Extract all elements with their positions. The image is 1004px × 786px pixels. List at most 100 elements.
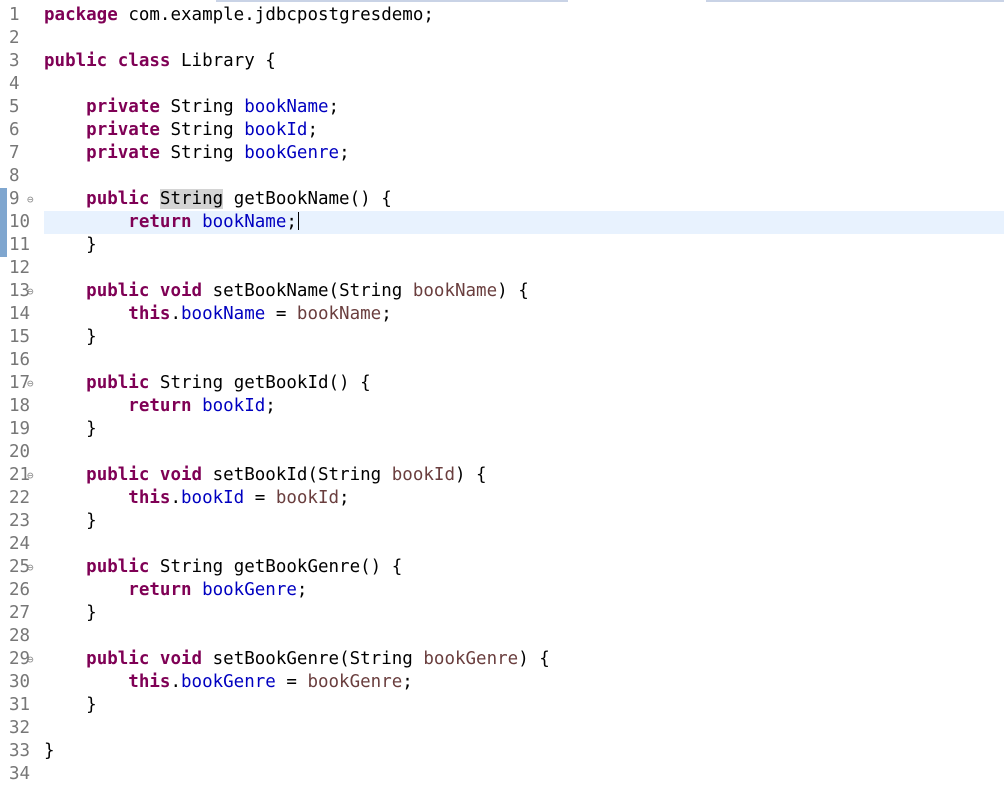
code-text[interactable]: } — [44, 510, 1004, 533]
code-text[interactable]: public String getBookId() { — [44, 372, 1004, 395]
code-line[interactable]: 1 package com.example.jdbcpostgresdemo; — [0, 4, 1004, 27]
code-line[interactable]: 16 — [0, 349, 1004, 372]
code-line[interactable]: 25 ⊖ public String getBookGenre() { — [0, 556, 1004, 579]
editor-tab-indicator — [216, 0, 568, 2]
code-text[interactable]: this.bookGenre = bookGenre; — [44, 671, 1004, 694]
code-token: ; — [402, 672, 413, 692]
code-text[interactable]: return bookName; — [44, 211, 1004, 234]
code-token: } — [44, 603, 97, 623]
code-line[interactable]: 21 ⊖ public void setBookId(String bookId)… — [0, 464, 1004, 487]
code-text[interactable] — [44, 349, 1004, 372]
code-text[interactable] — [44, 27, 1004, 50]
code-text[interactable]: return bookId; — [44, 395, 1004, 418]
collapse-fold-icon[interactable]: ⊖ — [27, 648, 34, 671]
code-token: } — [44, 419, 97, 439]
code-text[interactable]: public void setBookName(String bookName)… — [44, 280, 1004, 303]
code-text[interactable]: package com.example.jdbcpostgresdemo; — [44, 4, 1004, 27]
code-line[interactable]: 8 — [0, 165, 1004, 188]
code-line[interactable]: 28 — [0, 625, 1004, 648]
range-indicator — [0, 602, 7, 625]
code-token: ) { — [497, 281, 529, 301]
code-text[interactable]: private String bookName; — [44, 96, 1004, 119]
code-text[interactable]: } — [44, 694, 1004, 717]
code-line[interactable]: 20 — [0, 441, 1004, 464]
range-indicator — [0, 27, 7, 50]
code-line[interactable]: 29 ⊖ public void setBookGenre(String book… — [0, 648, 1004, 671]
code-line[interactable]: 19 } — [0, 418, 1004, 441]
code-line[interactable]: 4 — [0, 73, 1004, 96]
code-text[interactable]: this.bookId = bookId; — [44, 487, 1004, 510]
code-line[interactable]: 10 return bookName; — [0, 211, 1004, 234]
code-line[interactable]: 7 private String bookGenre; — [0, 142, 1004, 165]
code-line[interactable]: 22 this.bookId = bookId; — [0, 487, 1004, 510]
code-token: String — [318, 465, 382, 485]
code-text[interactable]: public String getBookGenre() { — [44, 556, 1004, 579]
occurrence-highlight: String — [159, 189, 224, 209]
collapse-fold-icon[interactable]: ⊖ — [27, 280, 34, 303]
code-text[interactable]: } — [44, 602, 1004, 625]
code-line[interactable]: 15 } — [0, 326, 1004, 349]
code-text[interactable]: } — [44, 234, 1004, 257]
code-line[interactable]: 12 — [0, 257, 1004, 280]
code-text[interactable] — [44, 441, 1004, 464]
code-line[interactable]: 31 } — [0, 694, 1004, 717]
code-line[interactable]: 3 public class Library { — [0, 50, 1004, 73]
range-indicator — [0, 372, 7, 395]
code-editor[interactable]: 1 package com.example.jdbcpostgresdemo; 2 3… — [0, 4, 1004, 786]
code-text[interactable]: public void setBookGenre(String bookGenr… — [44, 648, 1004, 671]
keyword-token: public — [86, 281, 150, 301]
code-token: ; — [328, 97, 340, 117]
code-text[interactable] — [44, 165, 1004, 188]
code-line[interactable]: 24 — [0, 533, 1004, 556]
code-line[interactable]: 2 — [0, 27, 1004, 50]
code-line[interactable]: 33} — [0, 740, 1004, 763]
code-line[interactable]: 9 ⊖ public String getBookName() { — [0, 188, 1004, 211]
code-line[interactable]: 32 — [0, 717, 1004, 740]
code-text[interactable]: public class Library { — [44, 50, 1004, 73]
code-text[interactable] — [44, 73, 1004, 96]
keyword-token: public — [86, 557, 150, 577]
parameter-token: bookGenre — [423, 649, 519, 669]
code-line[interactable]: 18 return bookId; — [0, 395, 1004, 418]
code-line[interactable]: 11 } — [0, 234, 1004, 257]
code-text[interactable]: } — [44, 418, 1004, 441]
code-line[interactable]: 27 } — [0, 602, 1004, 625]
code-text[interactable] — [44, 625, 1004, 648]
collapse-fold-icon[interactable]: ⊖ — [27, 188, 34, 211]
code-text[interactable]: } — [44, 326, 1004, 349]
code-text[interactable] — [44, 763, 1004, 786]
code-line[interactable]: 13 ⊖ public void setBookName(String bookN… — [0, 280, 1004, 303]
code-text[interactable]: public void setBookId(String bookId) { — [44, 464, 1004, 487]
line-number: 18 — [9, 396, 31, 416]
line-number: 14 — [9, 304, 31, 324]
range-indicator — [0, 165, 7, 188]
collapse-fold-icon[interactable]: ⊖ — [27, 372, 34, 395]
code-line[interactable]: 6 private String bookId; — [0, 119, 1004, 142]
code-text[interactable] — [44, 717, 1004, 740]
collapse-fold-icon[interactable]: ⊖ — [27, 464, 34, 487]
code-text[interactable]: public String getBookName() { — [44, 188, 1004, 211]
line-number: 4 — [9, 74, 20, 94]
code-token: . — [159, 5, 171, 25]
code-line[interactable]: 23 } — [0, 510, 1004, 533]
code-text[interactable] — [44, 533, 1004, 556]
code-line[interactable]: 30 this.bookGenre = bookGenre; — [0, 671, 1004, 694]
code-line[interactable]: 14 this.bookName = bookName; — [0, 303, 1004, 326]
code-text[interactable]: this.bookName = bookName; — [44, 303, 1004, 326]
code-line[interactable]: 17 ⊖ public String getBookId() { — [0, 372, 1004, 395]
code-text[interactable]: private String bookId; — [44, 119, 1004, 142]
code-text[interactable]: return bookGenre; — [44, 579, 1004, 602]
range-indicator — [0, 188, 7, 211]
line-number: 31 — [9, 695, 31, 715]
code-text[interactable]: private String bookGenre; — [44, 142, 1004, 165]
code-line[interactable]: 5 private String bookName; — [0, 96, 1004, 119]
code-text[interactable]: } — [44, 740, 1004, 763]
code-line[interactable]: 26 return bookGenre; — [0, 579, 1004, 602]
code-text[interactable] — [44, 257, 1004, 280]
collapse-fold-icon[interactable]: ⊖ — [27, 556, 34, 579]
code-line[interactable]: 34 — [0, 763, 1004, 786]
